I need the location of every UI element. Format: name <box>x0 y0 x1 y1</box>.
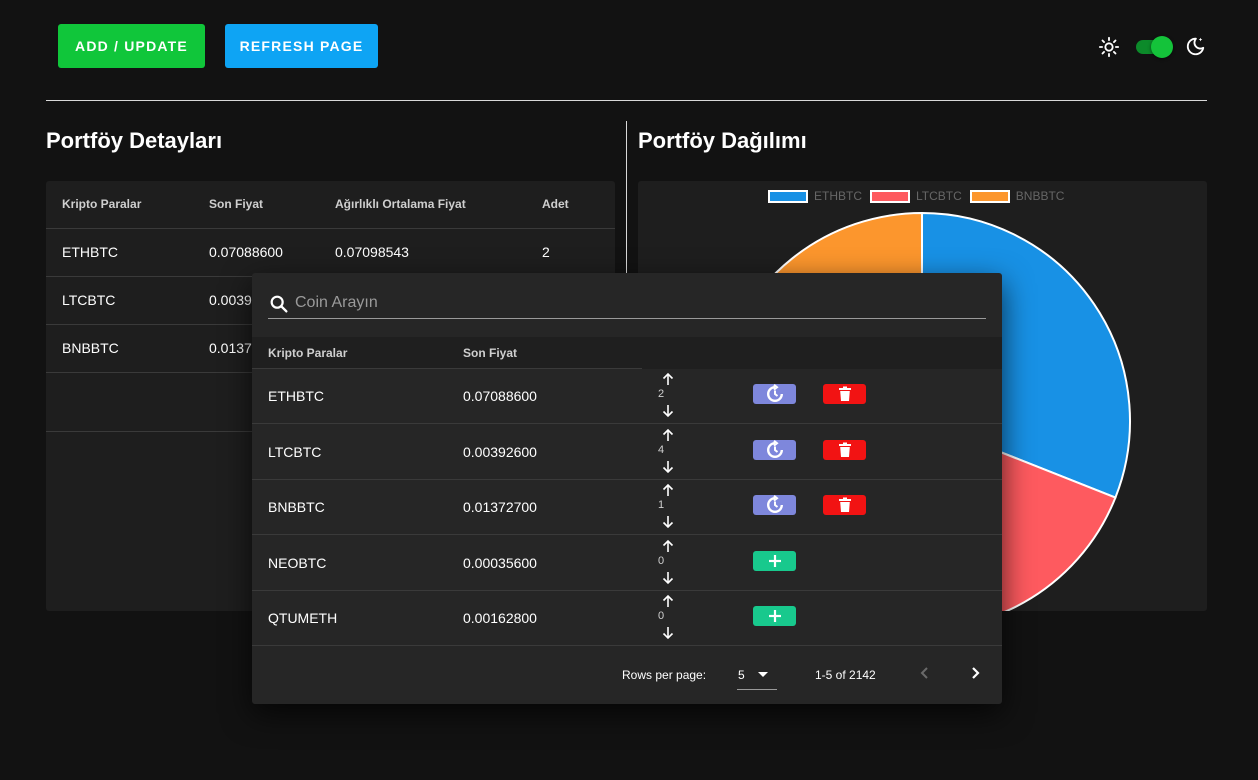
table-row: BNBBTC 0.01372700 1 <box>252 480 1002 536</box>
table-row: NEOBTC 0.00035600 0 <box>252 536 1002 591</box>
arrow-down-icon[interactable] <box>661 404 675 418</box>
arrow-up-icon[interactable] <box>661 539 675 553</box>
legend-item[interactable]: ETHBTC <box>768 189 862 203</box>
arrow-up-icon[interactable] <box>661 372 675 386</box>
pagination: Rows per page: 5 1-5 of 2142 <box>252 646 1002 704</box>
cell-avg-price: 0.07098543 <box>319 227 526 276</box>
col-header-coin: Kripto Paralar <box>62 197 142 212</box>
trash-icon <box>838 497 851 513</box>
theme-switcher <box>1098 34 1208 58</box>
legend-item[interactable]: BNBBTC <box>969 189 1065 203</box>
rows-per-page-value: 5 <box>738 668 745 682</box>
cell-coin: LTCBTC <box>268 443 322 460</box>
cell-last-price: 0.00162800 <box>463 610 537 627</box>
plus-icon <box>768 610 781 623</box>
col-header-amount: Adet <box>542 197 569 212</box>
cell-coin: LTCBTC <box>46 275 193 324</box>
cell-last-price: 0.00392600 <box>463 443 537 460</box>
legend-item[interactable]: LTCBTC <box>870 189 962 203</box>
col-header-last-price: Son Fiyat <box>209 197 264 212</box>
table-row: QTUMETH 0.00162800 0 <box>252 591 1002 647</box>
legend-swatch <box>870 189 910 203</box>
search-icon <box>270 295 288 313</box>
cell-coin: ETHBTC <box>268 388 324 404</box>
chevron-right-icon[interactable] <box>967 665 983 681</box>
arrow-down-icon[interactable] <box>661 515 675 529</box>
delete-button[interactable] <box>823 439 866 460</box>
dialog-table-header: Kripto Paralar Son Fiyat <box>252 337 1002 369</box>
cell-coin: QTUMETH <box>268 610 338 627</box>
quantity-stepper: 1 <box>658 483 678 533</box>
update-button[interactable] <box>753 384 796 404</box>
caret-down-icon <box>758 672 768 677</box>
portfolio-distribution-title: Portföy Dağılımı <box>638 128 807 153</box>
arrow-down-icon[interactable] <box>661 571 675 585</box>
chart-legend: ETHBTC LTCBTC BNBBTC <box>768 189 1064 203</box>
update-button[interactable] <box>753 439 796 460</box>
cell-last-price: 0.07088600 <box>463 388 537 404</box>
cell-last-price: 0.00035600 <box>463 554 537 571</box>
refresh-page-button[interactable]: REFRESH PAGE <box>225 24 378 68</box>
trash-icon <box>838 386 851 401</box>
rows-per-page-select[interactable]: 5 <box>737 660 777 690</box>
quantity-value: 0 <box>658 554 665 567</box>
quantity-value: 0 <box>658 610 665 623</box>
cell-coin: ETHBTC <box>46 227 193 276</box>
quantity-stepper: 4 <box>658 428 678 478</box>
quantity-stepper: 2 <box>658 372 678 422</box>
col-header-avg-price: Ağırlıklı Ortalama Fiyat <box>335 197 466 212</box>
theme-toggle-knob[interactable] <box>1151 36 1173 58</box>
plus-icon <box>768 554 781 567</box>
update-button[interactable] <box>753 495 796 516</box>
quantity-value: 4 <box>658 443 665 456</box>
legend-label: LTCBTC <box>916 189 962 203</box>
coin-dialog: Kripto Paralar Son Fiyat ETHBTC 0.070886… <box>252 273 1002 704</box>
quantity-stepper: 0 <box>658 594 678 644</box>
legend-swatch <box>768 189 808 203</box>
delete-button[interactable] <box>823 495 866 516</box>
refresh-icon <box>766 495 783 514</box>
cell-last-price: 0.07088600 <box>193 227 319 276</box>
column-divider <box>626 121 627 281</box>
legend-swatch <box>969 189 1010 203</box>
search-bar <box>268 291 986 319</box>
arrow-up-icon[interactable] <box>661 594 675 608</box>
arrow-down-icon[interactable] <box>661 626 675 640</box>
cell-coin: BNBBTC <box>46 323 193 372</box>
delete-button[interactable] <box>823 384 866 404</box>
header-divider <box>46 100 1207 101</box>
cell-amount: 2 <box>526 227 615 276</box>
col-header-coin: Kripto Paralar <box>268 346 348 360</box>
chevron-left-icon[interactable] <box>917 665 933 681</box>
table-row: ETHBTC 0.07088600 0.07098543 2 <box>46 227 615 276</box>
cell-last-price: 0.01372700 <box>463 499 537 516</box>
table-row: LTCBTC 0.00392600 4 <box>252 425 1002 480</box>
arrow-up-icon[interactable] <box>661 428 675 442</box>
legend-label: ETHBTC <box>814 189 862 203</box>
add-coin-button[interactable] <box>753 550 796 571</box>
quantity-value: 1 <box>658 499 665 512</box>
rows-per-page-label: Rows per page: <box>622 668 707 682</box>
cell-coin: NEOBTC <box>268 554 327 571</box>
cell-coin: BNBBTC <box>268 499 325 516</box>
page-range: 1-5 of 2142 <box>815 668 876 682</box>
sun-icon <box>1098 36 1120 58</box>
trash-icon <box>838 442 851 457</box>
refresh-icon <box>766 439 783 458</box>
legend-label: BNBBTC <box>1015 189 1065 203</box>
refresh-icon <box>766 384 783 402</box>
add-coin-button[interactable] <box>753 606 796 627</box>
col-header-last-price: Son Fiyat <box>463 346 518 360</box>
quantity-stepper: 0 <box>658 539 678 589</box>
moon-icon <box>1186 37 1205 56</box>
search-input[interactable] <box>295 294 975 312</box>
table-row: ETHBTC 0.07088600 2 <box>252 369 1002 424</box>
add-update-button[interactable]: ADD / UPDATE <box>58 24 205 68</box>
quantity-value: 2 <box>658 388 665 400</box>
arrow-down-icon[interactable] <box>661 460 675 474</box>
arrow-up-icon[interactable] <box>661 483 675 497</box>
portfolio-details-title: Portföy Detayları <box>46 128 223 153</box>
